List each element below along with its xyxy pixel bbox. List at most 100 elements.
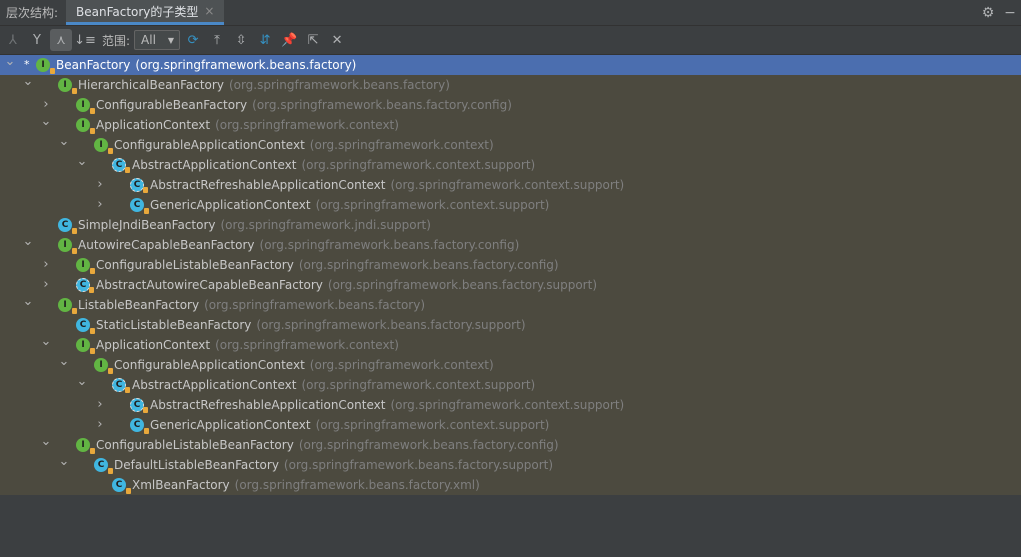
type-simple-name: DefaultListableBeanFactory xyxy=(114,458,279,472)
chevron-down-icon[interactable]: ⌄ xyxy=(40,115,52,129)
base-on-this-class-icon[interactable]: ⤒ xyxy=(206,29,228,51)
chevron-right-icon[interactable]: › xyxy=(40,255,52,275)
type-package: (org.springframework.context.support) xyxy=(390,178,625,192)
tree-row[interactable]: ⌄ I ApplicationContext (org.springframework… xyxy=(0,115,1021,135)
type-package: (org.springframework.beans.factory.confi… xyxy=(298,438,559,452)
lock-icon xyxy=(126,488,131,494)
chevron-right-icon[interactable]: › xyxy=(94,195,106,215)
type-name: AutowireCapableBeanFactory (org.springfra… xyxy=(78,235,519,255)
chevron-down-icon[interactable]: ⌄ xyxy=(58,455,70,469)
chevron-right-icon[interactable]: › xyxy=(94,175,106,195)
close-icon[interactable]: × xyxy=(204,4,214,18)
type-simple-name: AutowireCapableBeanFactory xyxy=(78,238,255,252)
collapse-all-icon[interactable]: ⇵ xyxy=(254,29,276,51)
tree-row[interactable]: ⌄ I ApplicationContext (org.springframework… xyxy=(0,335,1021,355)
tree-row[interactable]: ⌄ I ConfigurableListableBeanFactory (org.sp… xyxy=(0,435,1021,455)
tree-row[interactable]: › C GenericApplicationContext (org.springfr… xyxy=(0,195,1021,215)
tab-label: BeanFactory的子类型 xyxy=(76,4,199,19)
refresh-icon[interactable]: ⟳ xyxy=(182,29,204,51)
minimize-icon[interactable]: − xyxy=(999,5,1021,21)
expand-all-icon[interactable]: ⇳ xyxy=(230,29,252,51)
supertypes-hierarchy-icon[interactable]: ⅄ xyxy=(2,29,24,51)
tree-row[interactable]: › I ConfigurableBeanFactory (org.springfram… xyxy=(0,95,1021,115)
type-name: BeanFactory (org.springframework.beans.fa… xyxy=(56,55,356,75)
scope-select[interactable]: All ▼ xyxy=(134,30,181,50)
class-hierarchy-icon[interactable]: Y xyxy=(26,29,48,51)
tab-beanfactory-subtypes[interactable]: BeanFactory的子类型 × xyxy=(66,0,225,25)
tree-row[interactable]: ⌄ I HierarchicalBeanFactory (org.springfram… xyxy=(0,75,1021,95)
interface-icon: I xyxy=(94,138,113,154)
chevron-right-icon[interactable]: › xyxy=(94,415,106,435)
gear-icon[interactable]: ⚙ xyxy=(977,5,999,21)
tree-row[interactable]: ⌄ C AbstractApplicationContext (org.springf… xyxy=(0,155,1021,175)
tree-row[interactable]: ⌄ * I BeanFactory (org.springframework.beans… xyxy=(0,55,1021,75)
type-simple-name: AbstractRefreshableApplicationContext xyxy=(150,398,386,412)
type-package: (org.springframework.context.support) xyxy=(301,158,536,172)
subtypes-hierarchy-icon[interactable]: ⋏ xyxy=(50,29,72,51)
chevron-down-icon[interactable]: ⌄ xyxy=(76,155,88,169)
chevron-down-icon[interactable]: ⌄ xyxy=(22,235,34,249)
close-panel-icon[interactable]: ✕ xyxy=(326,29,348,51)
type-simple-name: ConfigurableListableBeanFactory xyxy=(96,258,294,272)
type-package: (org.springframework.context) xyxy=(309,138,494,152)
tree-row[interactable]: › I ConfigurableListableBeanFactory (org.sp… xyxy=(0,255,1021,275)
chevron-down-icon[interactable]: ⌄ xyxy=(76,375,88,389)
class-icon: C xyxy=(130,198,149,214)
type-name: XmlBeanFactory (org.springframework.beans… xyxy=(132,475,480,495)
scope-label: 范围: xyxy=(102,33,131,48)
tree-row[interactable]: ⌄ I ListableBeanFactory (org.springframewor… xyxy=(0,295,1021,315)
tree-row[interactable]: C StaticListableBeanFactory (org.springfra… xyxy=(0,315,1021,335)
chevron-right-icon[interactable]: › xyxy=(40,95,52,115)
tree-row[interactable]: › C GenericApplicationContext (org.springfr… xyxy=(0,415,1021,435)
type-package: (org.springframework.beans.factory.xml) xyxy=(234,478,480,492)
tree-row[interactable]: ⌄ C DefaultListableBeanFactory (org.springf… xyxy=(0,455,1021,475)
type-package: (org.springframework.context) xyxy=(309,358,494,372)
type-name: GenericApplicationContext (org.springfram… xyxy=(150,415,549,435)
type-simple-name: ConfigurableApplicationContext xyxy=(114,358,305,372)
chevron-down-icon[interactable]: ⌄ xyxy=(40,335,52,349)
chevron-down-icon[interactable]: ⌄ xyxy=(58,135,70,149)
tree-row[interactable]: › C AbstractRefreshableApplicationContext (… xyxy=(0,395,1021,415)
sort-alphabetically-icon[interactable]: ↓≡ xyxy=(74,29,96,51)
chevron-down-icon[interactable]: ⌄ xyxy=(22,295,34,309)
chevron-down-icon[interactable]: ⌄ xyxy=(40,435,52,449)
type-name: ConfigurableListableBeanFactory (org.spri… xyxy=(96,435,559,455)
tree-row[interactable]: C XmlBeanFactory (org.springframework.bean… xyxy=(0,475,1021,495)
tree-row[interactable]: ⌄ C AbstractApplicationContext (org.springf… xyxy=(0,375,1021,395)
lock-icon xyxy=(72,308,77,314)
tree-row[interactable]: ⌄ I ConfigurableApplicationContext (org.spr… xyxy=(0,135,1021,155)
tree-row[interactable]: ⌄ I ConfigurableApplicationContext (org.spr… xyxy=(0,355,1021,375)
type-package: (org.springframework.beans.factory.confi… xyxy=(259,238,520,252)
type-simple-name: StaticListableBeanFactory xyxy=(96,318,252,332)
abstract-class-icon: C xyxy=(130,398,148,413)
tree-row[interactable]: ⌄ I AutowireCapableBeanFactory (org.springf… xyxy=(0,235,1021,255)
pin-icon[interactable]: 📌 xyxy=(278,29,300,51)
type-simple-name: ApplicationContext xyxy=(96,118,211,132)
type-name: AbstractApplicationContext (org.springfra… xyxy=(132,155,535,175)
tree-row[interactable]: C SimpleJndiBeanFactory (org.springframewo… xyxy=(0,215,1021,235)
type-name: ApplicationContext (org.springframework.c… xyxy=(96,115,399,135)
class-icon: C xyxy=(94,458,113,474)
interface-icon: I xyxy=(76,438,95,454)
lock-icon xyxy=(90,108,95,114)
type-name: StaticListableBeanFactory (org.springfram… xyxy=(96,315,526,335)
type-package: (org.springframework.beans.factory) xyxy=(228,78,450,92)
lock-icon xyxy=(90,448,95,454)
tree-row[interactable]: › C AbstractAutowireCapableBeanFactory (org… xyxy=(0,275,1021,295)
interface-icon: I xyxy=(76,98,95,114)
chevron-right-icon[interactable]: › xyxy=(94,395,106,415)
tree-row[interactable]: › C AbstractRefreshableApplicationContext (… xyxy=(0,175,1021,195)
hierarchy-label: 层次结构: xyxy=(6,6,59,20)
chevron-down-icon[interactable]: ⌄ xyxy=(22,75,34,89)
chevron-down-icon[interactable]: ⌄ xyxy=(4,55,16,69)
open-in-editor-icon[interactable]: ⇱ xyxy=(302,29,324,51)
lock-icon xyxy=(72,228,77,234)
type-name: AbstractAutowireCapableBeanFactory (org.s… xyxy=(96,275,597,295)
chevron-right-icon[interactable]: › xyxy=(40,275,52,295)
chevron-down-icon[interactable]: ⌄ xyxy=(58,355,70,369)
type-name: HierarchicalBeanFactory (org.springframew… xyxy=(78,75,450,95)
type-name: AbstractRefreshableApplicationContext (or… xyxy=(150,395,624,415)
lock-icon xyxy=(72,248,77,254)
lock-icon xyxy=(125,167,130,173)
type-name: ConfigurableApplicationContext (org.sprin… xyxy=(114,355,494,375)
